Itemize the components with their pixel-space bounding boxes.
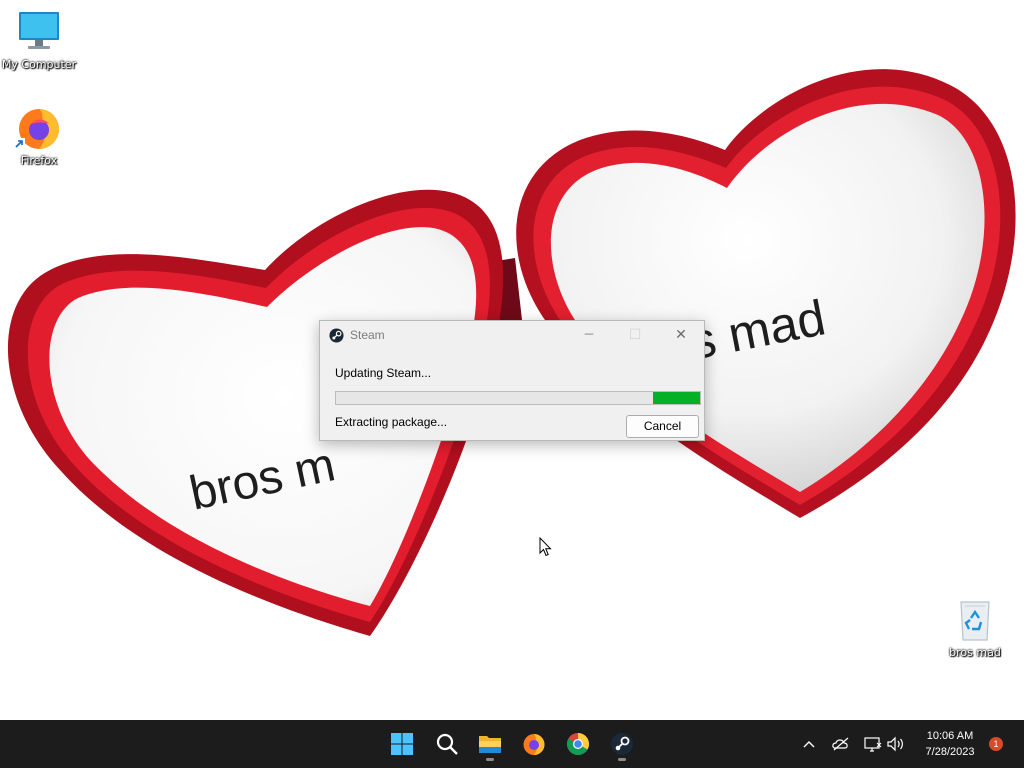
chevron-up-icon[interactable] bbox=[802, 734, 816, 754]
search-button[interactable] bbox=[429, 726, 465, 762]
update-progress-fill bbox=[652, 392, 700, 404]
mouse-cursor-icon bbox=[539, 537, 552, 557]
taskbar: 10:06 AM 7/28/2023 bbox=[0, 720, 1024, 768]
firefox-icon bbox=[523, 734, 545, 755]
heart-right: bros mad bbox=[516, 69, 1016, 518]
taskbar-clock[interactable]: 10:06 AM 7/28/2023 bbox=[908, 728, 992, 760]
taskbar-file-explorer[interactable] bbox=[472, 726, 508, 762]
start-button[interactable] bbox=[384, 726, 420, 762]
clock-time: 10:06 AM bbox=[926, 730, 974, 742]
taskbar-chrome[interactable] bbox=[560, 726, 596, 762]
monitor-icon bbox=[15, 8, 63, 56]
desktop: bros mad bros m My Computer Firefox bros… bbox=[0, 0, 1024, 720]
onedrive-icon[interactable] bbox=[832, 734, 850, 754]
notification-badge[interactable]: 1 bbox=[989, 737, 1003, 751]
network-icon[interactable] bbox=[864, 734, 882, 754]
volume-icon[interactable] bbox=[887, 734, 905, 754]
desktop-icon-label: My Computer bbox=[1, 58, 77, 71]
cancel-button[interactable]: Cancel bbox=[626, 415, 699, 438]
dialog-title: Steam bbox=[350, 328, 385, 342]
update-status-label: Updating Steam... bbox=[335, 366, 432, 380]
search-icon bbox=[436, 733, 458, 755]
steam-update-dialog: Steam ─ ☐ ✕ Updating Steam... Extracting… bbox=[319, 320, 705, 441]
start-icon bbox=[391, 733, 413, 755]
shortcut-arrow-icon bbox=[13, 138, 25, 150]
taskbar-firefox[interactable] bbox=[516, 726, 552, 762]
desktop-icon-recycle-bin[interactable]: bros mad bbox=[937, 596, 1013, 659]
clock-date: 7/28/2023 bbox=[925, 746, 975, 758]
running-indicator bbox=[486, 758, 494, 761]
desktop-icon-label: Firefox bbox=[20, 154, 58, 167]
minimize-button[interactable]: ─ bbox=[566, 321, 612, 350]
desktop-icon-label: bros mad bbox=[949, 646, 1001, 659]
update-progress-bar bbox=[335, 391, 701, 405]
update-substatus-label: Extracting package... bbox=[335, 415, 448, 429]
desktop-icon-my-computer[interactable]: My Computer bbox=[1, 8, 77, 71]
file-explorer-icon bbox=[479, 736, 501, 753]
running-indicator bbox=[618, 758, 626, 761]
close-button[interactable]: ✕ bbox=[658, 321, 704, 350]
desktop-icon-firefox[interactable]: Firefox bbox=[1, 104, 77, 167]
taskbar-steam[interactable] bbox=[604, 726, 640, 762]
recycle-bin-icon bbox=[951, 596, 999, 644]
maximize-button[interactable]: ☐ bbox=[612, 321, 658, 350]
steam-icon bbox=[611, 733, 633, 755]
steam-icon bbox=[329, 328, 344, 343]
chrome-icon bbox=[567, 733, 589, 755]
dialog-titlebar[interactable]: Steam ─ ☐ ✕ bbox=[320, 321, 704, 350]
firefox-icon bbox=[13, 104, 63, 152]
